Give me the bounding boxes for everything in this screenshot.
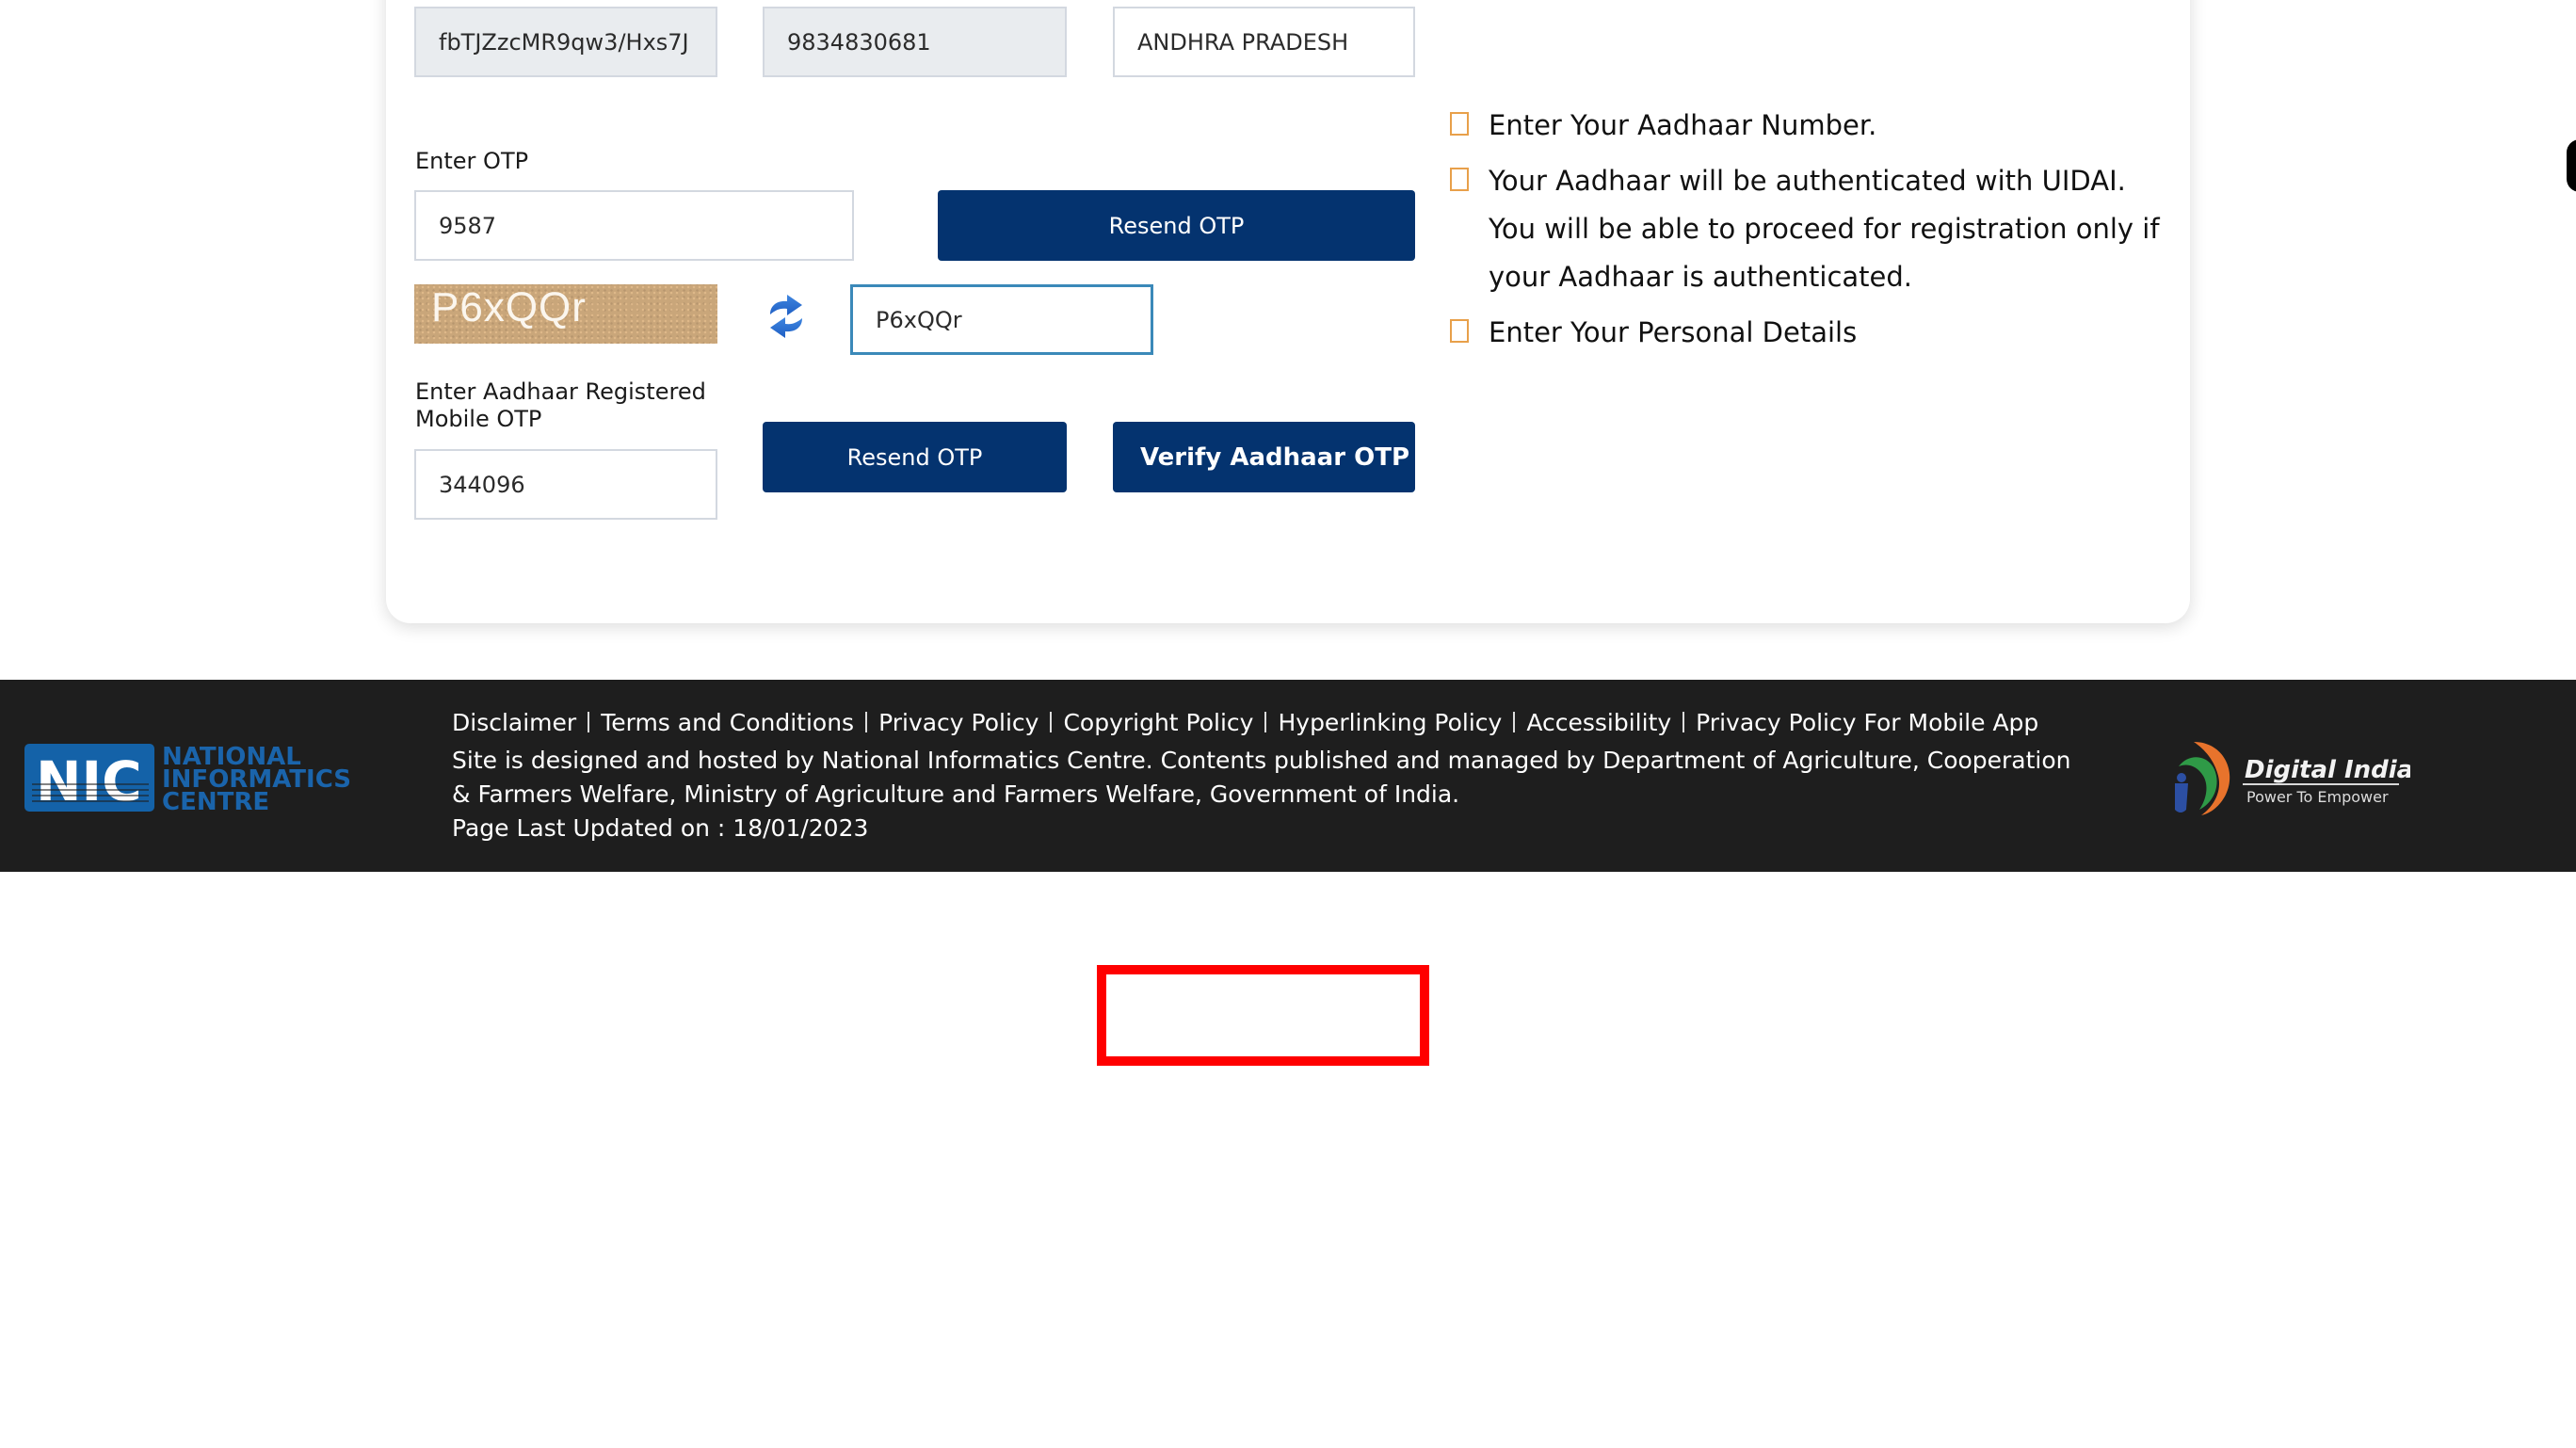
nic-logo[interactable]: NIC NATIONAL INFORMATICS CENTRE xyxy=(24,742,360,817)
footer-link-disclaimer[interactable]: Disclaimer xyxy=(452,709,576,736)
step-item: Enter Your Aadhaar Number. xyxy=(1450,102,2165,150)
otp-input[interactable] xyxy=(414,190,854,261)
separator xyxy=(865,712,868,732)
footer-link-privacy[interactable]: Privacy Policy xyxy=(878,709,1038,736)
nic-abbr: NIC xyxy=(36,749,142,813)
highlight-box xyxy=(1097,965,1429,1066)
separator xyxy=(588,712,590,732)
step-checkbox-icon xyxy=(1450,112,1469,136)
mobile-otp-label-line1: Enter Aadhaar Registered xyxy=(415,378,706,405)
separator xyxy=(1264,712,1267,732)
nic-line3: CENTRE xyxy=(162,788,269,813)
mobile-otp-input[interactable] xyxy=(414,449,717,520)
refresh-captcha-icon[interactable] xyxy=(765,292,808,341)
step-text: Enter Your Personal Details xyxy=(1489,316,1858,348)
step-text: Enter Your Aadhaar Number. xyxy=(1489,109,1877,141)
last-updated-text: Page Last Updated on : 18/01/2023 xyxy=(452,814,869,842)
footer-link-copyright[interactable]: Copyright Policy xyxy=(1063,709,1253,736)
side-widget-tab[interactable] xyxy=(2567,139,2576,192)
mobile-otp-label: Enter Aadhaar Registered Mobile OTP xyxy=(415,378,706,433)
digital-india-tagline: Power To Empower xyxy=(2246,788,2389,806)
step-item: Your Aadhaar will be authenticated with … xyxy=(1450,157,2165,301)
site-footer: NIC NATIONAL INFORMATICS CENTRE Disclaim… xyxy=(0,680,2576,872)
resend-mobile-otp-button[interactable]: Resend OTP xyxy=(763,422,1067,492)
mobile-number-field[interactable] xyxy=(763,7,1067,77)
state-field[interactable] xyxy=(1113,7,1415,77)
step-text: Your Aadhaar will be authenticated with … xyxy=(1489,165,2160,293)
footer-link-terms[interactable]: Terms and Conditions xyxy=(601,709,854,736)
aadhaar-encrypted-field[interactable] xyxy=(414,7,717,77)
step-item: Enter Your Personal Details xyxy=(1450,309,2165,357)
separator xyxy=(1682,712,1685,732)
separator xyxy=(1513,712,1516,732)
step-checkbox-icon xyxy=(1450,168,1469,191)
captcha-image: P6xQQr xyxy=(414,284,717,344)
footer-link-hyperlinking[interactable]: Hyperlinking Policy xyxy=(1278,709,1502,736)
step-checkbox-icon xyxy=(1450,319,1469,343)
footer-links: Disclaimer Terms and Conditions Privacy Po… xyxy=(452,708,2038,737)
resend-otp-button[interactable]: Resend OTP xyxy=(938,190,1415,261)
captcha-input[interactable] xyxy=(850,284,1153,355)
hosted-by-text: Site is designed and hosted by National … xyxy=(452,747,2071,808)
digital-india-logo[interactable]: Digital India Power To Empower xyxy=(2165,734,2413,823)
otp-label: Enter OTP xyxy=(415,148,529,174)
registration-steps: Enter Your Aadhaar Number. Your Aadhaar … xyxy=(1450,102,2165,364)
footer-link-accessibility[interactable]: Accessibility xyxy=(1526,709,1671,736)
digital-india-title: Digital India xyxy=(2245,756,2410,784)
verify-aadhaar-otp-button[interactable]: Verify Aadhaar OTP xyxy=(1113,422,1415,492)
footer-link-mobile-privacy[interactable]: Privacy Policy For Mobile App xyxy=(1696,709,2038,736)
mobile-otp-label-line2: Mobile OTP xyxy=(415,406,542,432)
separator xyxy=(1050,712,1053,732)
footer-info: Site is designed and hosted by National … xyxy=(452,744,2071,845)
